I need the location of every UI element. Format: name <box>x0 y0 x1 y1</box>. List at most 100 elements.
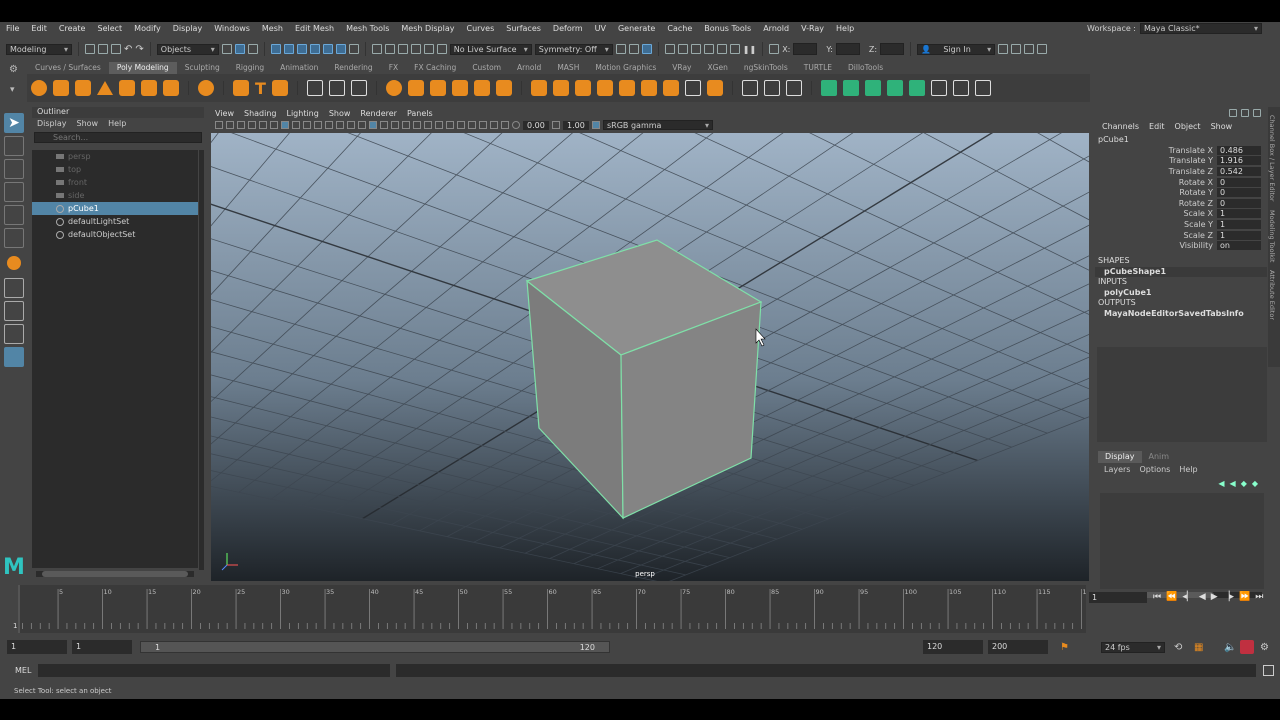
menu-set-dropdown[interactable]: Modeling <box>6 43 72 55</box>
xray-icon[interactable] <box>479 121 487 129</box>
current-frame-field[interactable]: 1 <box>1089 592 1147 603</box>
channel-name[interactable]: Translate Y <box>1169 156 1213 165</box>
menu-uv[interactable]: UV <box>589 24 612 33</box>
outliner-menu-display[interactable]: Display <box>37 119 67 128</box>
select-camera-icon[interactable] <box>215 121 223 129</box>
outliner-item-side[interactable]: side <box>32 189 198 202</box>
poly-sphere-icon[interactable] <box>31 80 47 96</box>
snap-point-icon[interactable] <box>296 44 307 54</box>
snap-curve-icon[interactable] <box>283 44 294 54</box>
render-settings-icon[interactable] <box>436 44 447 54</box>
channel-name[interactable]: Translate Z <box>1169 167 1213 176</box>
channel-name[interactable]: Scale Y <box>1184 220 1213 229</box>
ipr-icon[interactable] <box>423 44 434 54</box>
command-input[interactable] <box>38 664 390 677</box>
shelf-tab-arnold[interactable]: Arnold <box>509 62 549 74</box>
retopologize-icon[interactable] <box>473 80 490 96</box>
collapse-icon[interactable] <box>640 80 657 96</box>
save-scene-icon[interactable] <box>111 44 121 54</box>
smooth-icon[interactable] <box>350 80 367 96</box>
safe-title-icon[interactable] <box>347 121 355 129</box>
isolate-select-icon[interactable] <box>468 121 476 129</box>
uv-automatic-icon[interactable] <box>886 80 903 96</box>
shelf-tab-rigging[interactable]: Rigging <box>228 62 272 74</box>
symmetry-dropdown[interactable]: Symmetry: Off <box>534 43 613 55</box>
poke-icon[interactable] <box>684 80 701 96</box>
camera-attributes-icon[interactable] <box>226 121 234 129</box>
outliner-vscrollbar[interactable] <box>199 150 204 570</box>
input-node[interactable]: polyCube1 <box>1095 288 1267 299</box>
shelf-tab-dillotools[interactable]: DilloTools <box>840 62 891 74</box>
channel-object-name[interactable]: pCube1 <box>1095 131 1267 145</box>
shelf-tab-vray[interactable]: VRay <box>664 62 699 74</box>
duplicate-face-icon[interactable] <box>706 80 723 96</box>
viewport-menu-shading[interactable]: Shading <box>244 109 277 118</box>
smooth-shade-icon[interactable] <box>369 121 377 129</box>
film-gate-icon[interactable] <box>292 121 300 129</box>
menu-curves[interactable]: Curves <box>460 24 500 33</box>
channel-name[interactable]: Visibility <box>1179 241 1213 250</box>
shelf-tab-curves-surfaces[interactable]: Curves / Surfaces <box>27 62 109 74</box>
color-space-dropdown[interactable]: sRGB gamma <box>603 120 713 130</box>
side-tab-0[interactable]: Channel Box / Layer Editor <box>1268 115 1276 202</box>
depth-of-field-icon[interactable] <box>457 121 465 129</box>
new-scene-icon[interactable] <box>85 44 95 54</box>
viewport-menu-view[interactable]: View <box>215 109 234 118</box>
resolution-gate-icon[interactable] <box>303 121 311 129</box>
bookmarks-icon[interactable] <box>237 121 245 129</box>
outliner-item-pcube1[interactable]: pCube1 <box>32 202 198 215</box>
viewport-menu-panels[interactable]: Panels <box>407 109 433 118</box>
step-forward-key-icon[interactable]: ⏩ <box>1239 592 1250 602</box>
side-tab-2[interactable]: Attribute Editor <box>1268 270 1276 320</box>
open-scene-icon[interactable] <box>98 44 108 54</box>
channel-value-field[interactable]: 0 <box>1217 198 1261 208</box>
new-layer-selected-icon[interactable]: ◆ <box>1241 479 1247 488</box>
snap-grid-icon[interactable] <box>270 44 281 54</box>
uv-editor-icon[interactable] <box>930 80 947 96</box>
snap-projected-center-icon[interactable] <box>348 44 359 54</box>
outliner-search-input[interactable]: Search... <box>34 132 202 143</box>
history-icon[interactable] <box>384 44 395 54</box>
uv-planar-icon[interactable] <box>820 80 837 96</box>
poly-cube-icon[interactable] <box>53 80 69 96</box>
poly-disc-icon[interactable] <box>163 80 179 96</box>
outliner-item-top[interactable]: top <box>32 163 198 176</box>
menu-deform[interactable]: Deform <box>547 24 589 33</box>
append-polygon-icon[interactable] <box>596 80 613 96</box>
channel-name[interactable]: Rotate Z <box>1179 199 1213 208</box>
uv-cylindrical-icon[interactable] <box>842 80 859 96</box>
xray-joints-icon[interactable] <box>490 121 498 129</box>
playback-end-field[interactable]: 120 <box>923 640 983 654</box>
outliner-item-defaultobjectset[interactable]: defaultObjectSet <box>32 228 198 241</box>
snap-view-plane-icon[interactable] <box>309 44 320 54</box>
channel-value-field[interactable]: 1 <box>1217 209 1261 219</box>
menu-display[interactable]: Display <box>167 24 209 33</box>
z-field[interactable] <box>880 43 905 55</box>
channel-menu-show[interactable]: Show <box>1211 122 1233 131</box>
go-to-end-icon[interactable]: ⏭ <box>1255 592 1263 602</box>
play-forward-icon[interactable]: ▶ <box>1211 592 1218 602</box>
gamma-value[interactable]: 1.00 <box>563 120 589 130</box>
outliner-item-defaultlightset[interactable]: defaultLightSet <box>32 215 198 228</box>
menu-select[interactable]: Select <box>91 24 128 33</box>
wireframe-icon[interactable] <box>358 121 366 129</box>
rotate-tool-icon[interactable] <box>4 205 24 225</box>
safe-action-icon[interactable] <box>336 121 344 129</box>
perspective-view[interactable]: persp <box>211 133 1089 581</box>
fill-hole-icon[interactable] <box>495 80 512 96</box>
outliner-item-front[interactable]: front <box>32 176 198 189</box>
select-component-icon[interactable] <box>247 44 258 54</box>
shelf-tab-animation[interactable]: Animation <box>272 62 326 74</box>
quad-draw-icon[interactable] <box>785 80 802 96</box>
channel-value-field[interactable]: 1.916 <box>1217 156 1261 166</box>
uv-layout-icon[interactable] <box>974 80 991 96</box>
channel-name[interactable]: Scale X <box>1183 209 1213 218</box>
y-field[interactable] <box>835 43 860 55</box>
shelf-tab-rendering[interactable]: Rendering <box>326 62 380 74</box>
cache-icon[interactable]: ▦ <box>1194 642 1203 653</box>
camera-icon[interactable] <box>615 44 626 54</box>
viewport-menu-renderer[interactable]: Renderer <box>360 109 397 118</box>
vray-ipr-icon[interactable] <box>729 44 740 54</box>
auto-key-icon[interactable] <box>1240 640 1254 654</box>
shelf-tab-mash[interactable]: MASH <box>549 62 587 74</box>
